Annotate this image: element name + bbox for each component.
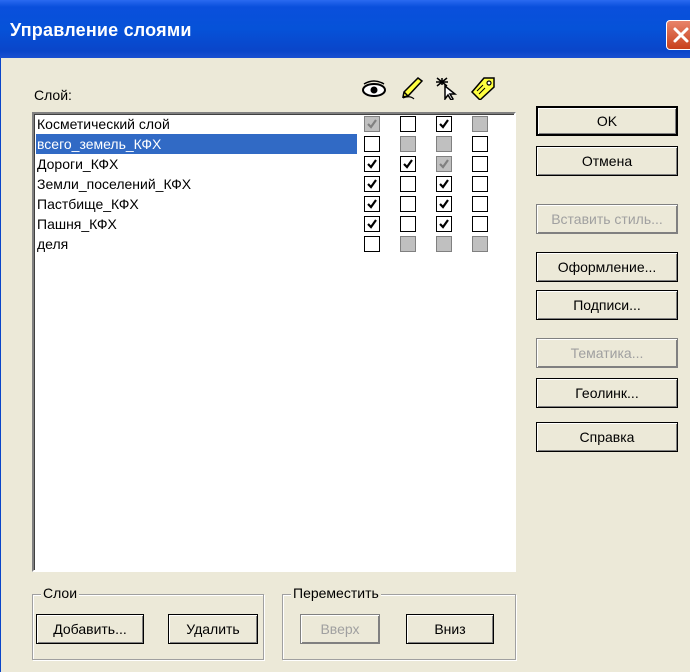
move-up-button[interactable]: Вверх <box>300 614 380 644</box>
window-title: Управление слоями <box>10 20 192 40</box>
tag-icon <box>470 77 495 100</box>
editable-checkbox[interactable] <box>400 156 416 172</box>
label-checkbox[interactable] <box>472 216 488 232</box>
label-checkbox[interactable] <box>472 176 488 192</box>
visible-checkbox[interactable] <box>364 136 380 152</box>
visible-checkbox[interactable] <box>364 236 380 252</box>
layer-name: Земли_поселений_КФХ <box>37 176 192 192</box>
help-button[interactable]: Справка <box>536 422 678 452</box>
editable-checkbox[interactable] <box>400 236 416 252</box>
close-button[interactable] <box>666 20 690 50</box>
ok-button[interactable]: OK <box>536 106 678 136</box>
label-checkbox[interactable] <box>472 116 488 132</box>
layer-control-dialog: Управление слоями Слой: Косметический сл… <box>0 0 690 672</box>
layer-name: Пашня_КФХ <box>37 216 117 232</box>
layers-group-title: Слои <box>41 585 80 601</box>
layer-name: деля <box>37 236 69 252</box>
selectable-checkbox[interactable] <box>436 236 452 252</box>
visible-checkbox[interactable] <box>364 196 380 212</box>
label-checkbox[interactable] <box>472 196 488 212</box>
close-icon <box>673 27 689 43</box>
selectable-checkbox[interactable] <box>436 176 452 192</box>
label-checkbox[interactable] <box>472 136 488 152</box>
cursor-sparkle-icon <box>436 77 458 100</box>
appearance-button[interactable]: Оформление... <box>536 252 678 282</box>
visible-checkbox[interactable] <box>364 176 380 192</box>
visible-checkbox[interactable] <box>364 216 380 232</box>
eye-icon <box>362 80 386 97</box>
layer-name: всего_земель_КФХ <box>36 134 357 154</box>
editable-checkbox[interactable] <box>400 216 416 232</box>
delete-layer-button[interactable]: Удалить <box>168 614 258 644</box>
selectable-checkbox[interactable] <box>436 216 452 232</box>
add-layer-button[interactable]: Добавить... <box>36 614 144 644</box>
label-checkbox[interactable] <box>472 156 488 172</box>
editable-checkbox[interactable] <box>400 116 416 132</box>
layer-name: Дороги_КФХ <box>37 156 119 172</box>
pencil-icon <box>402 77 424 100</box>
cancel-button[interactable]: Отмена <box>536 146 678 176</box>
layer-name: Косметический слой <box>37 116 170 132</box>
thematic-button[interactable]: Тематика... <box>536 338 678 368</box>
selectable-checkbox[interactable] <box>436 196 452 212</box>
title-bar[interactable]: Управление слоями <box>0 0 690 58</box>
selectable-checkbox[interactable] <box>436 116 452 132</box>
layer-list[interactable]: Косметический слой всего_земель_КФХ Доро… <box>32 112 516 572</box>
editable-checkbox[interactable] <box>400 196 416 212</box>
editable-checkbox[interactable] <box>400 136 416 152</box>
label-checkbox[interactable] <box>472 236 488 252</box>
selectable-checkbox[interactable] <box>436 156 452 172</box>
insert-style-button[interactable]: Вставить стиль... <box>536 204 678 234</box>
visible-checkbox[interactable] <box>364 156 380 172</box>
layer-name: Пастбище_КФХ <box>37 196 139 212</box>
visible-checkbox[interactable] <box>364 116 380 132</box>
selectable-checkbox[interactable] <box>436 136 452 152</box>
geolink-button[interactable]: Геолинк... <box>536 378 678 408</box>
labels-button[interactable]: Подписи... <box>536 290 678 320</box>
move-down-button[interactable]: Вниз <box>406 614 494 644</box>
editable-checkbox[interactable] <box>400 176 416 192</box>
move-group-title: Переместить <box>291 585 381 601</box>
layer-list-label: Слой: <box>34 87 72 103</box>
